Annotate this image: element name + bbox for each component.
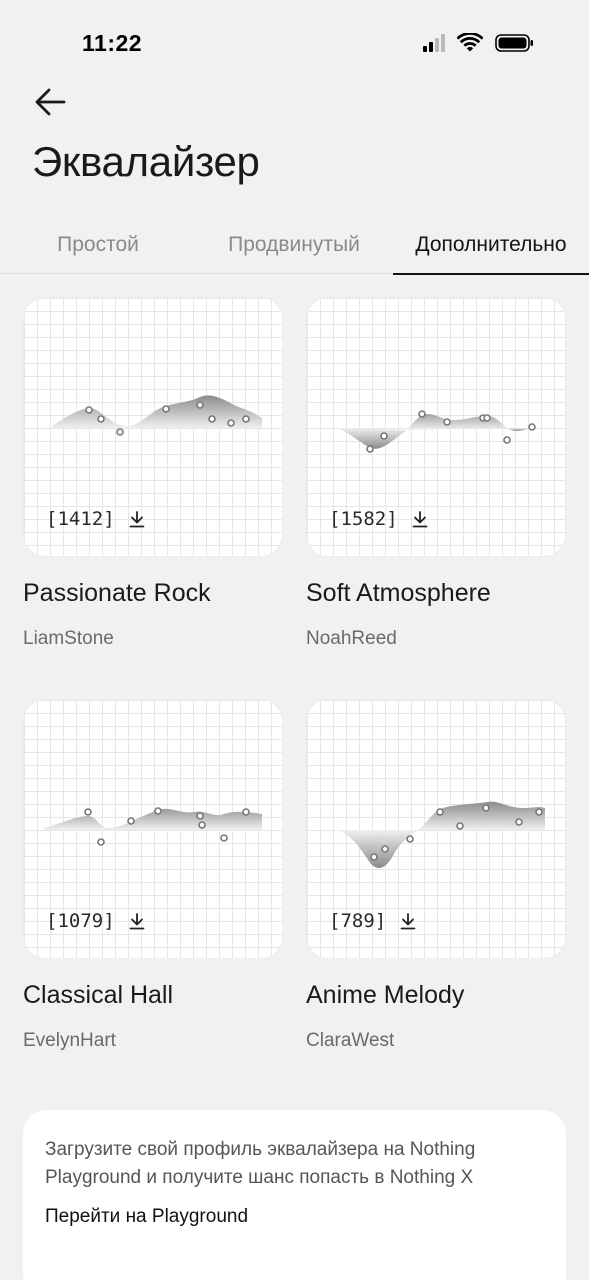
eq-band-point [97, 415, 105, 423]
status-bar: 11:22 [0, 0, 589, 88]
eq-profile-card[interactable]: [1412] Passionate Rock LiamStone [23, 297, 283, 650]
cellular-signal-icon [423, 34, 445, 52]
eq-band-point [456, 822, 464, 830]
upload-promo-box: Загрузите свой профиль эквалайзера на No… [23, 1110, 566, 1280]
eq-band-point [380, 432, 388, 440]
eq-band-point [366, 445, 374, 453]
status-icons [423, 33, 535, 53]
download-count: [1412] [46, 508, 115, 530]
eq-band-point [370, 853, 378, 861]
eq-band-point [515, 818, 523, 826]
card-title: Classical Hall [23, 981, 174, 1009]
eq-curve-graph: [1582] [306, 297, 566, 557]
eq-band-point [528, 423, 536, 431]
eq-band-point [220, 834, 228, 842]
download-count: [789] [329, 910, 387, 932]
tab-advanced[interactable]: Продвинутый [212, 216, 376, 274]
back-button[interactable] [28, 80, 72, 124]
eq-band-point [242, 808, 250, 816]
eq-band-point [162, 405, 170, 413]
eq-profile-card[interactable]: [1079] Classical Hall EvelynHart [23, 699, 283, 1052]
eq-band-point [97, 838, 105, 846]
card-title: Anime Melody [306, 981, 465, 1009]
download-count: [1079] [46, 910, 115, 932]
download-row: [1582] [329, 508, 428, 530]
eq-curve-graph: [1079] [23, 699, 283, 959]
eq-profile-card[interactable]: [1582] Soft Atmosphere NoahReed [306, 297, 566, 650]
eq-band-point [196, 812, 204, 820]
eq-band-point [483, 414, 491, 422]
eq-band-point [116, 428, 124, 436]
equalizer-screen: 11:22 Эквалайзер Простой Продвинутый Доп… [0, 0, 589, 1280]
playground-link[interactable]: Перейти на Playground [45, 1206, 248, 1228]
card-author: LiamStone [23, 628, 114, 649]
eq-curve-area [507, 428, 531, 431]
wifi-icon [457, 33, 483, 53]
arrow-left-icon [35, 88, 66, 116]
eq-band-point [503, 436, 511, 444]
download-icon[interactable] [400, 912, 416, 930]
page-title: Эквалайзер [32, 138, 260, 185]
card-author: EvelynHart [23, 1030, 116, 1051]
tab-simple[interactable]: Простой [28, 216, 168, 274]
card-author: ClaraWest [306, 1030, 395, 1051]
card-author: NoahReed [306, 628, 397, 649]
download-row: [789] [329, 910, 416, 932]
download-icon[interactable] [412, 510, 428, 528]
tab-additional[interactable]: Дополнительно [393, 216, 589, 275]
download-row: [1412] [46, 508, 145, 530]
eq-band-point [196, 401, 204, 409]
eq-band-point [443, 418, 451, 426]
download-count: [1582] [329, 508, 398, 530]
eq-profile-card[interactable]: [789] Anime Melody ClaraWest [306, 699, 566, 1052]
eq-band-point [418, 410, 426, 418]
download-icon[interactable] [129, 912, 145, 930]
eq-curve-graph: [789] [306, 699, 566, 959]
eq-band-point [208, 415, 216, 423]
eq-band-point [127, 817, 135, 825]
eq-band-point [85, 406, 93, 414]
eq-band-point [198, 821, 206, 829]
battery-icon [495, 33, 535, 53]
eq-curve-graph: [1412] [23, 297, 283, 557]
eq-band-point [227, 419, 235, 427]
eq-band-point [381, 845, 389, 853]
eq-curve-area [335, 830, 419, 868]
eq-band-point [154, 807, 162, 815]
download-icon[interactable] [129, 510, 145, 528]
eq-band-point [535, 808, 543, 816]
eq-band-point [482, 804, 490, 812]
card-title: Passionate Rock [23, 579, 211, 607]
promo-text: Загрузите свой профиль эквалайзера на No… [45, 1139, 476, 1188]
tab-bar: Простой Продвинутый Дополнительно [0, 216, 589, 275]
eq-band-point [406, 835, 414, 843]
download-row: [1079] [46, 910, 145, 932]
card-title: Soft Atmosphere [306, 579, 491, 607]
eq-band-point [84, 808, 92, 816]
eq-curve-area [419, 801, 545, 830]
status-time: 11:22 [82, 30, 143, 56]
eq-band-point [242, 415, 250, 423]
eq-band-point [436, 808, 444, 816]
eq-curve-area [44, 808, 262, 830]
